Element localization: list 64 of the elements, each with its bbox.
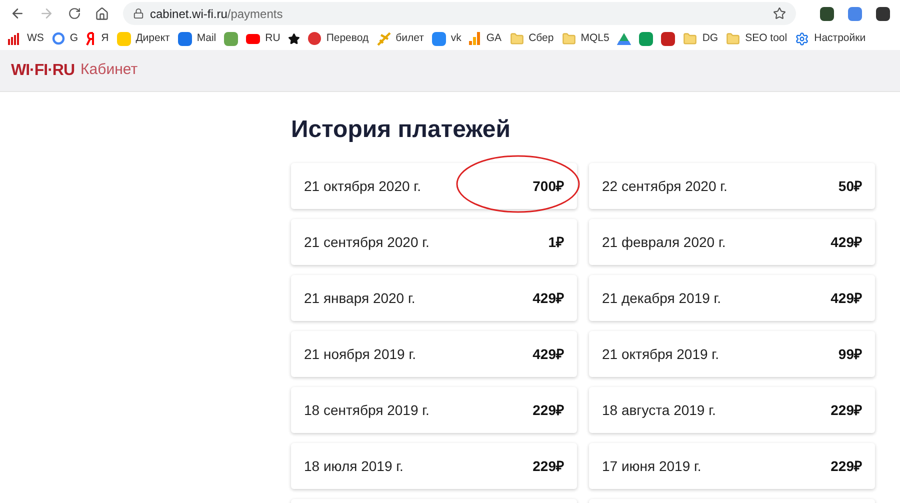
payment-amount: 429₽ xyxy=(532,288,564,308)
bookmark[interactable]: WS xyxy=(8,30,44,46)
payment-date: 17 июня 2019 г. xyxy=(602,456,702,476)
bookmark[interactable]: Сбер xyxy=(510,30,554,46)
folder-icon xyxy=(726,32,740,46)
payment-date: 21 сентября 2020 г. xyxy=(304,232,430,252)
bookmark[interactable]: DG xyxy=(683,30,718,46)
url-text: cabinet.wi-fi.ru/payments xyxy=(150,6,284,22)
address-bar[interactable]: cabinet.wi-fi.ru/payments xyxy=(123,2,796,25)
bookmark[interactable]: Я xyxy=(86,30,109,46)
bookmark[interactable]: G xyxy=(52,30,78,46)
site-logo[interactable]: WI·FI·RU xyxy=(11,58,75,82)
payment-date: 18 августа 2019 г. xyxy=(602,400,716,420)
payment-date: 21 февраля 2020 г. xyxy=(602,232,726,252)
folder-icon xyxy=(562,32,576,46)
triangle-logo-icon xyxy=(617,32,632,44)
payment-amount: 229₽ xyxy=(830,400,862,420)
bookmark[interactable]: MQL5 xyxy=(562,30,610,46)
bookmark[interactable]: vk xyxy=(432,30,462,46)
payment-amount: 429₽ xyxy=(830,288,862,308)
bookmark[interactable]: Директ xyxy=(116,30,170,46)
payment-amount: 50₽ xyxy=(838,176,862,196)
payment-amount: 700₽ xyxy=(532,176,564,196)
folder-icon xyxy=(683,32,698,46)
folder-icon xyxy=(510,32,524,46)
bookmark[interactable]: RU xyxy=(246,30,280,46)
star-icon xyxy=(288,32,300,44)
page-title: История платежей xyxy=(291,115,512,145)
payment-date: 21 декабря 2019 г. xyxy=(602,288,722,308)
bar-chart-icon xyxy=(469,32,482,45)
bookmark[interactable]: билет xyxy=(376,30,424,46)
section-title: Кабинет xyxy=(80,60,138,80)
payment-date: 21 октября 2019 г. xyxy=(602,344,719,364)
payment-amount: 1₽ xyxy=(548,232,564,252)
payment-amount: 229₽ xyxy=(532,456,564,476)
home-icon[interactable] xyxy=(95,6,109,20)
payment-date: 18 июля 2019 г. xyxy=(304,456,404,476)
payment-date: 22 сентября 2020 г. xyxy=(602,176,728,196)
payment-amount: 229₽ xyxy=(830,456,862,476)
payment-date: 21 октября 2020 г. xyxy=(304,176,421,196)
settings-icon xyxy=(795,32,810,46)
payment-amount: 429₽ xyxy=(532,344,564,364)
extension-icon xyxy=(820,6,834,20)
bookmark[interactable]: Mail xyxy=(178,30,216,46)
payment-amount: 229₽ xyxy=(532,400,564,420)
bookmark-star-icon[interactable] xyxy=(773,7,786,20)
lock-icon xyxy=(133,8,144,19)
play-icon xyxy=(246,34,260,44)
payment-date: 21 января 2020 г. xyxy=(304,288,416,308)
bookmark[interactable]: Настройки xyxy=(795,30,866,46)
payment-amount: 429₽ xyxy=(830,232,862,252)
signal-bars-icon xyxy=(8,32,22,44)
back-icon[interactable] xyxy=(10,6,25,21)
payment-date: 18 сентября 2019 г. xyxy=(304,400,430,420)
bookmark[interactable]: SEO tool xyxy=(726,30,788,46)
bookmark[interactable]: GA xyxy=(469,30,502,46)
payment-date: 21 ноября 2019 г. xyxy=(304,344,416,364)
extension-icon xyxy=(876,6,890,20)
ya-logo-icon xyxy=(86,32,96,46)
extension-icon xyxy=(848,6,862,20)
bookmark[interactable]: Перевод xyxy=(308,30,369,46)
reload-icon[interactable] xyxy=(68,7,81,20)
bookmark[interactable] xyxy=(288,32,300,44)
payment-amount: 99₽ xyxy=(838,344,862,364)
